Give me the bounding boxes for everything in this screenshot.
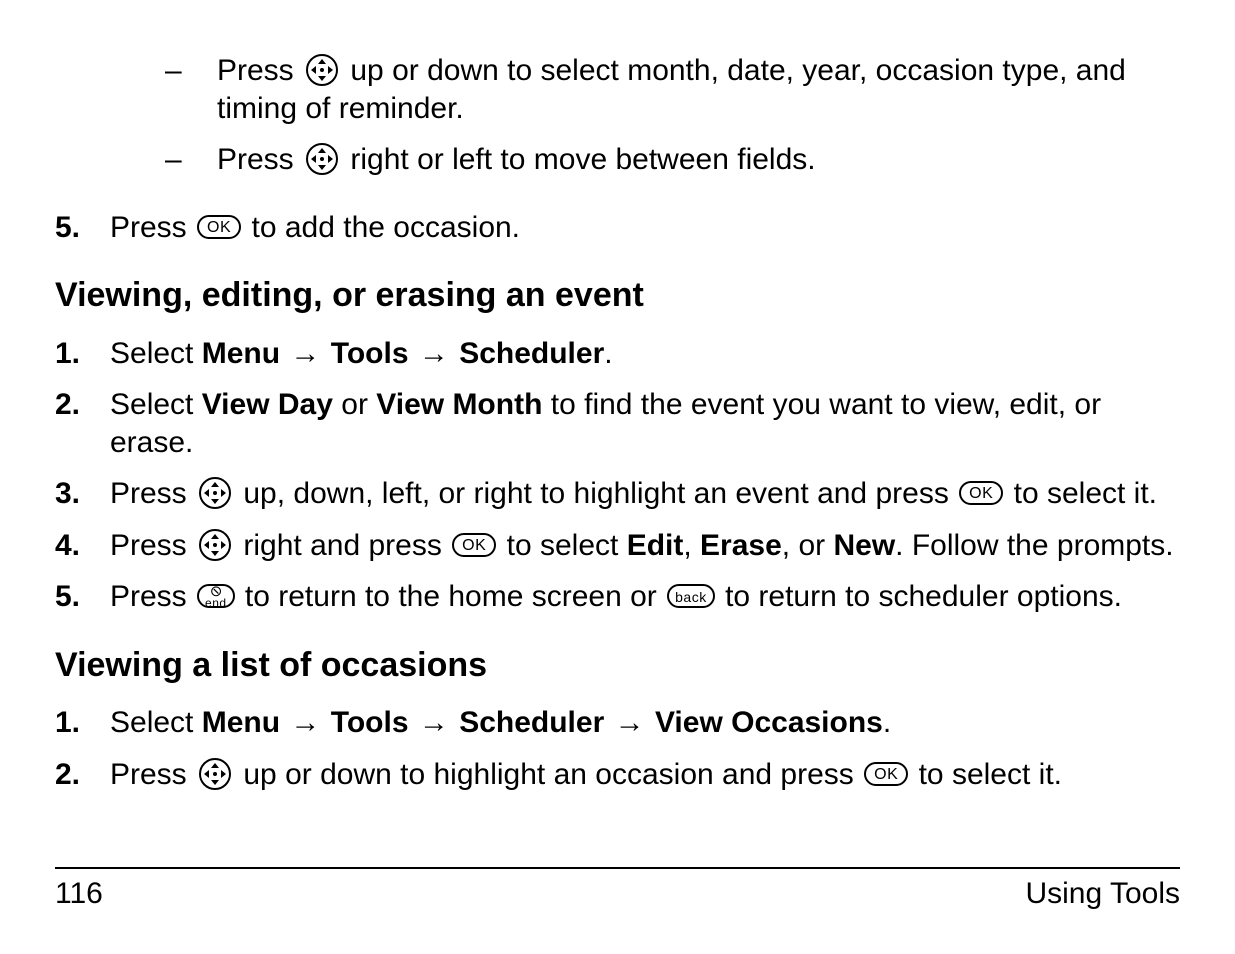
list-item: 5. Press OK to add the occasion. (55, 209, 1180, 247)
menu-path-item: Menu (202, 337, 280, 370)
step-number: 3. (55, 475, 110, 513)
step-body: Press up or down to highlight an occasio… (110, 756, 1180, 794)
bullet-dash: – (165, 52, 217, 127)
page-footer: 116 Using Tools (55, 867, 1180, 913)
text: or (341, 388, 376, 421)
list-item: 2. Press up or down to highlight an occa… (55, 756, 1180, 794)
ok-icon: OK (864, 762, 908, 786)
text: Press (217, 54, 302, 87)
text: Press (110, 758, 195, 791)
list-item: 3. Press up, down, left, or right to hig… (55, 475, 1180, 513)
step-body: Select Menu → Tools → Scheduler. (110, 335, 1180, 373)
menu-path-item: View Occasions (655, 706, 883, 739)
nav-icon (306, 143, 338, 175)
ok-icon: OK (452, 533, 496, 557)
step-number: 1. (55, 335, 110, 373)
section1-steps: 1. Select Menu → Tools → Scheduler. 2. S… (55, 335, 1180, 616)
text: up or down to select month, date, year, … (217, 54, 1126, 125)
step-body: Press ⊘end to return to the home screen … (110, 578, 1180, 616)
text: to select it. (919, 758, 1062, 791)
sublist-body: Press right or left to move between fiel… (217, 141, 1180, 179)
sublist-body: Press up or down to select month, date, … (217, 52, 1180, 127)
ok-icon: OK (197, 215, 241, 239)
intro-sublist: – Press up or down to select month, date… (165, 52, 1180, 179)
list-item: 1. Select Menu → Tools → Scheduler → Vie… (55, 704, 1180, 742)
arrow-icon: → (288, 704, 322, 742)
nav-icon (199, 529, 231, 561)
text: right and press (243, 529, 450, 562)
text: up or down to highlight an occasion and … (243, 758, 862, 791)
text: Press (110, 529, 195, 562)
nav-icon (199, 758, 231, 790)
text: . (604, 337, 612, 370)
option-label: View Day (202, 388, 333, 421)
manual-page: – Press up or down to select month, date… (0, 0, 1235, 954)
menu-path-item: Menu (202, 706, 280, 739)
arrow-icon: → (288, 335, 322, 373)
nav-icon (306, 54, 338, 86)
footer-section-title: Using Tools (1025, 875, 1180, 913)
step-body: Press OK to add the occasion. (110, 209, 1180, 247)
section-heading: Viewing, editing, or erasing an event (55, 274, 1180, 317)
text: to return to scheduler options. (725, 580, 1122, 613)
list-item: 5. Press ⊘end to return to the home scre… (55, 578, 1180, 616)
text: , (683, 529, 700, 562)
step-body: Press right and press OK to select Edit,… (110, 527, 1180, 565)
text: Select (110, 337, 202, 370)
sublist-item: – Press up or down to select month, date… (165, 52, 1180, 127)
step-number: 4. (55, 527, 110, 565)
text: Press (110, 477, 195, 510)
intro-steps-cont: 5. Press OK to add the occasion. (55, 209, 1180, 247)
arrow-icon: → (417, 335, 451, 373)
page-number: 116 (55, 875, 103, 913)
text: Select (110, 388, 202, 421)
ok-icon: OK (959, 481, 1003, 505)
text: Press (110, 211, 195, 244)
text: Press (217, 143, 302, 176)
step-body: Select Menu → Tools → Scheduler → View O… (110, 704, 1180, 742)
option-label: New (833, 529, 895, 562)
text: Press (110, 580, 195, 613)
bullet-dash: – (165, 141, 217, 179)
section2-steps: 1. Select Menu → Tools → Scheduler → Vie… (55, 704, 1180, 793)
text: up, down, left, or right to highlight an… (243, 477, 957, 510)
menu-path-item: Scheduler (459, 337, 604, 370)
list-item: 2. Select View Day or View Month to find… (55, 386, 1180, 461)
text: to add the occasion. (252, 211, 521, 244)
text: to select it. (1014, 477, 1157, 510)
option-label: Erase (700, 529, 782, 562)
list-item: 1. Select Menu → Tools → Scheduler. (55, 335, 1180, 373)
step-number: 5. (55, 578, 110, 616)
text: right or left to move between fields. (350, 143, 815, 176)
step-number: 5. (55, 209, 110, 247)
footer-rule (55, 867, 1180, 869)
step-number: 1. (55, 704, 110, 742)
section-heading: Viewing a list of occasions (55, 644, 1180, 687)
arrow-icon: → (417, 704, 451, 742)
step-number: 2. (55, 386, 110, 461)
text: , or (782, 529, 834, 562)
text: to select (507, 529, 627, 562)
step-body: Press up, down, left, or right to highli… (110, 475, 1180, 513)
menu-path-item: Tools (331, 706, 409, 739)
list-item: 4. Press right and press OK to select Ed… (55, 527, 1180, 565)
menu-path-item: Scheduler (459, 706, 604, 739)
menu-path-item: Tools (331, 337, 409, 370)
text: Select (110, 706, 202, 739)
step-body: Select View Day or View Month to find th… (110, 386, 1180, 461)
option-label: View Month (376, 388, 542, 421)
end-icon: ⊘end (197, 584, 235, 608)
arrow-icon: → (613, 704, 647, 742)
sublist-item: – Press right or left to move between fi… (165, 141, 1180, 179)
back-icon: back (667, 584, 715, 608)
step-number: 2. (55, 756, 110, 794)
text: . (883, 706, 891, 739)
text: to return to the home screen or (245, 580, 665, 613)
text: . Follow the prompts. (895, 529, 1173, 562)
option-label: Edit (627, 529, 684, 562)
nav-icon (199, 477, 231, 509)
